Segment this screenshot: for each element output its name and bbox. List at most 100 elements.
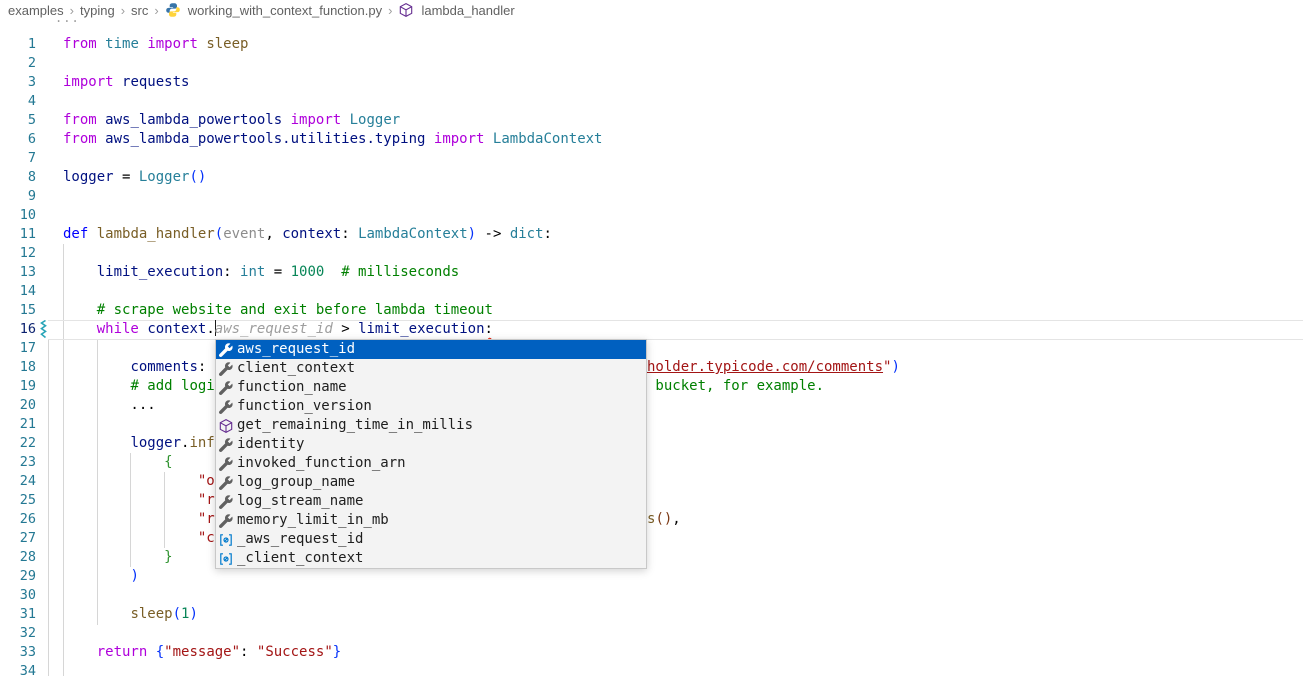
suggestion-label: log_group_name (237, 473, 355, 492)
line-number[interactable]: 23 (0, 453, 36, 472)
line-number[interactable]: 22 (0, 434, 36, 453)
line-number[interactable]: 7 (0, 149, 36, 168)
suggestion-item[interactable]: log_stream_name (216, 492, 646, 511)
code-text: comments: (63, 358, 215, 377)
line-number[interactable]: 8 (0, 168, 36, 187)
code-line[interactable]: 25 "r (0, 491, 1303, 510)
code-line[interactable]: 30 (0, 586, 1303, 605)
code-line[interactable]: 9 (0, 187, 1303, 206)
line-number[interactable]: 29 (0, 567, 36, 586)
vscode-editor-window: examples›typing›src›working_with_context… (0, 0, 1303, 684)
code-line[interactable]: 19 # add logi bucket, for example. (0, 377, 1303, 396)
code-line[interactable]: 2 (0, 54, 1303, 73)
suggestion-item[interactable]: log_group_name (216, 473, 646, 492)
code-text: import requests (63, 73, 189, 92)
code-line[interactable]: 29 ) (0, 567, 1303, 586)
code-line[interactable]: 1from time import sleep (0, 35, 1303, 54)
code-text: def lambda_handler(event, context: Lambd… (63, 225, 552, 244)
code-line[interactable]: 11 def lambda_handler(event, context: Lam… (0, 225, 1303, 244)
suggestion-item[interactable]: _client_context (216, 549, 646, 568)
code-line[interactable]: 24 "o (0, 472, 1303, 491)
code-line[interactable]: 6from aws_lambda_powertools.utilities.ty… (0, 130, 1303, 149)
suggestion-item[interactable]: function_version (216, 397, 646, 416)
code-line[interactable]: 8logger = Logger() (0, 168, 1303, 187)
symbol-method-icon (218, 418, 234, 434)
code-line[interactable]: 5from aws_lambda_powertools import Logge… (0, 111, 1303, 130)
folded-region-ellipsis[interactable]: ... (55, 11, 80, 25)
suggestion-item[interactable]: _aws_request_id (216, 530, 646, 549)
code-editor[interactable]: ... 1from time import sleep23import requ… (0, 0, 1303, 684)
suggestion-item[interactable]: client_context (216, 359, 646, 378)
code-line[interactable]: 12 (0, 244, 1303, 263)
code-line[interactable]: 23 { (0, 453, 1303, 472)
line-number[interactable]: 25 (0, 491, 36, 510)
suggestion-item[interactable]: identity (216, 435, 646, 454)
code-line[interactable]: 32 (0, 624, 1303, 643)
code-line[interactable]: 28 } (0, 548, 1303, 567)
line-number[interactable]: 19 (0, 377, 36, 396)
code-line[interactable]: 13 limit_execution: int = 1000 # millise… (0, 263, 1303, 282)
line-number[interactable]: 30 (0, 586, 36, 605)
code-line[interactable]: 20 ... (0, 396, 1303, 415)
line-number[interactable]: 16 (0, 320, 36, 339)
suggestion-label: client_context (237, 359, 355, 378)
code-line[interactable]: 7 (0, 149, 1303, 168)
suggestion-item[interactable]: memory_limit_in_mb (216, 511, 646, 530)
code-line[interactable]: 10 (0, 206, 1303, 225)
code-line[interactable]: 27 "c (0, 529, 1303, 548)
suggestion-item[interactable]: get_remaining_time_in_millis (216, 416, 646, 435)
code-line[interactable]: 18 comments: holder.typicode.com/comment… (0, 358, 1303, 377)
line-number[interactable]: 28 (0, 548, 36, 567)
suggestion-label: memory_limit_in_mb (237, 511, 389, 530)
line-number[interactable]: 14 (0, 282, 36, 301)
line-number[interactable]: 20 (0, 396, 36, 415)
line-number[interactable]: 9 (0, 187, 36, 206)
line-number[interactable]: 27 (0, 529, 36, 548)
code-line[interactable]: 34 (0, 662, 1303, 681)
line-number[interactable]: 11 (0, 225, 36, 244)
line-number[interactable]: 26 (0, 510, 36, 529)
suggestion-label: invoked_function_arn (237, 454, 406, 473)
ghost-text-inline-suggestion: aws_request_id (215, 321, 333, 337)
line-number[interactable]: 2 (0, 54, 36, 73)
code-text: } (63, 548, 173, 567)
field-icon (218, 551, 234, 567)
code-line[interactable]: 4 (0, 92, 1303, 111)
code-line[interactable]: 17 (0, 339, 1303, 358)
code-text: "r (63, 510, 215, 529)
line-number[interactable]: 15 (0, 301, 36, 320)
line-number[interactable]: 32 (0, 624, 36, 643)
line-number[interactable]: 6 (0, 130, 36, 149)
code-line[interactable]: 31 sleep(1) (0, 605, 1303, 624)
line-number[interactable]: 5 (0, 111, 36, 130)
suggestion-item[interactable]: function_name (216, 378, 646, 397)
line-number[interactable]: 18 (0, 358, 36, 377)
line-number[interactable]: 21 (0, 415, 36, 434)
field-icon (218, 532, 234, 548)
line-number[interactable]: 12 (0, 244, 36, 263)
code-line[interactable]: 14 (0, 282, 1303, 301)
code-line[interactable]: 16 while context.aws_request_id > limit_… (0, 320, 1303, 339)
code-line[interactable]: 21 (0, 415, 1303, 434)
line-number[interactable]: 1 (0, 35, 36, 54)
line-number[interactable]: 33 (0, 643, 36, 662)
line-number[interactable]: 31 (0, 605, 36, 624)
code-line[interactable]: 15 # scrape website and exit before lamb… (0, 301, 1303, 320)
line-number[interactable]: 13 (0, 263, 36, 282)
suggestion-item[interactable]: aws_request_id (216, 340, 646, 359)
suggestion-label: log_stream_name (237, 492, 363, 511)
property-icon (218, 494, 234, 510)
line-number[interactable]: 4 (0, 92, 36, 111)
suggestion-item[interactable]: invoked_function_arn (216, 454, 646, 473)
code-line[interactable]: 33 return {"message": "Success"} (0, 643, 1303, 662)
line-number[interactable]: 10 (0, 206, 36, 225)
line-number[interactable]: 34 (0, 662, 36, 681)
suggestion-label: _client_context (237, 549, 363, 568)
line-number[interactable]: 24 (0, 472, 36, 491)
code-line[interactable]: 26 "rs(), (0, 510, 1303, 529)
line-number[interactable]: 3 (0, 73, 36, 92)
code-line[interactable]: 3 import requests (0, 73, 1303, 92)
code-text: # scrape website and exit before lambda … (63, 301, 493, 320)
line-number[interactable]: 17 (0, 339, 36, 358)
code-line[interactable]: 22 logger.inf (0, 434, 1303, 453)
